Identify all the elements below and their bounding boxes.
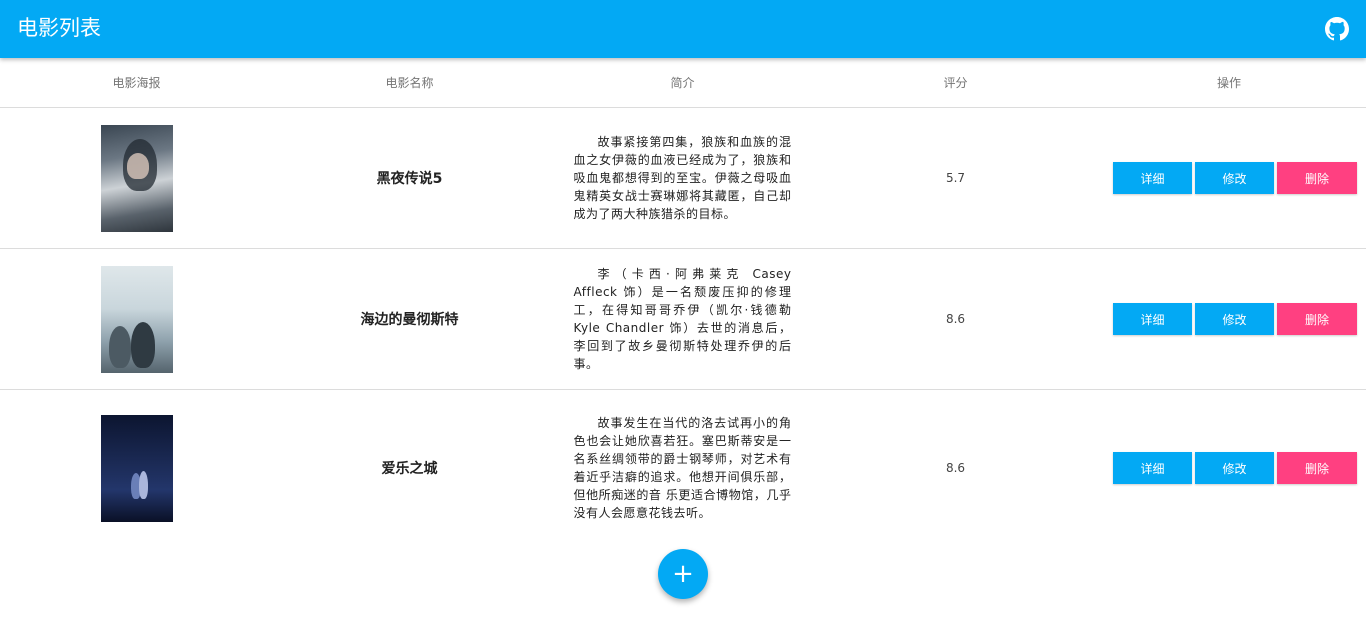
movie-score: 8.6 xyxy=(945,312,966,326)
movie-poster xyxy=(100,265,173,373)
header-score: 评分 xyxy=(943,76,968,90)
movie-score: 8.6 xyxy=(945,461,966,475)
detail-button[interactable]: 详细 xyxy=(1113,303,1192,335)
table-row: 海边的曼彻斯特 李（卡西·阿弗莱克 Casey Affleck 饰）是一名颓废压… xyxy=(0,249,1366,390)
movie-poster xyxy=(100,414,173,522)
detail-button[interactable]: 详细 xyxy=(1113,452,1192,484)
movie-score: 5.7 xyxy=(945,171,966,185)
movie-name: 黑夜传说5 xyxy=(376,171,443,187)
header-name: 电影名称 xyxy=(385,76,434,90)
table-row: 爱乐之城 故事发生在当代的洛去试再小的角色也会让她欣喜若狂。塞巴斯蒂安是一名系丝… xyxy=(0,390,1366,546)
movie-table: 电影海报 电影名称 简介 评分 操作 黑夜传说5 故事紧接第四集，狼族和血族的混… xyxy=(0,58,1366,546)
detail-button[interactable]: 详细 xyxy=(1113,162,1192,194)
app-bar: 电影列表 xyxy=(0,0,1366,58)
movie-description: 故事紧接第四集，狼族和血族的混血之女伊薇的血液已经成为了，狼族和吸血鬼都想得到的… xyxy=(573,135,792,221)
github-icon[interactable] xyxy=(1325,17,1349,41)
edit-button[interactable]: 修改 xyxy=(1195,162,1274,194)
header-poster: 电影海报 xyxy=(112,76,161,90)
movie-name: 海边的曼彻斯特 xyxy=(360,312,459,328)
table-row: 黑夜传说5 故事紧接第四集，狼族和血族的混血之女伊薇的血液已经成为了，狼族和吸血… xyxy=(0,108,1366,249)
add-movie-button[interactable]: + xyxy=(658,549,708,599)
movie-poster xyxy=(100,124,173,232)
edit-button[interactable]: 修改 xyxy=(1195,303,1274,335)
edit-button[interactable]: 修改 xyxy=(1195,452,1274,484)
header-actions: 操作 xyxy=(1216,76,1241,90)
movie-description: 故事发生在当代的洛去试再小的角色也会让她欣喜若狂。塞巴斯蒂安是一名系丝绸领带的爵… xyxy=(573,416,792,520)
page-title: 电影列表 xyxy=(17,16,101,40)
header-description: 简介 xyxy=(670,76,695,90)
movie-description: 李（卡西·阿弗莱克 Casey Affleck 饰）是一名颓废压抑的修理工，在得… xyxy=(573,267,792,371)
movie-name: 爱乐之城 xyxy=(381,461,438,477)
table-header: 电影海报 电影名称 简介 评分 操作 xyxy=(0,58,1366,108)
delete-button[interactable]: 删除 xyxy=(1277,303,1357,335)
delete-button[interactable]: 删除 xyxy=(1277,162,1357,194)
delete-button[interactable]: 删除 xyxy=(1277,452,1357,484)
